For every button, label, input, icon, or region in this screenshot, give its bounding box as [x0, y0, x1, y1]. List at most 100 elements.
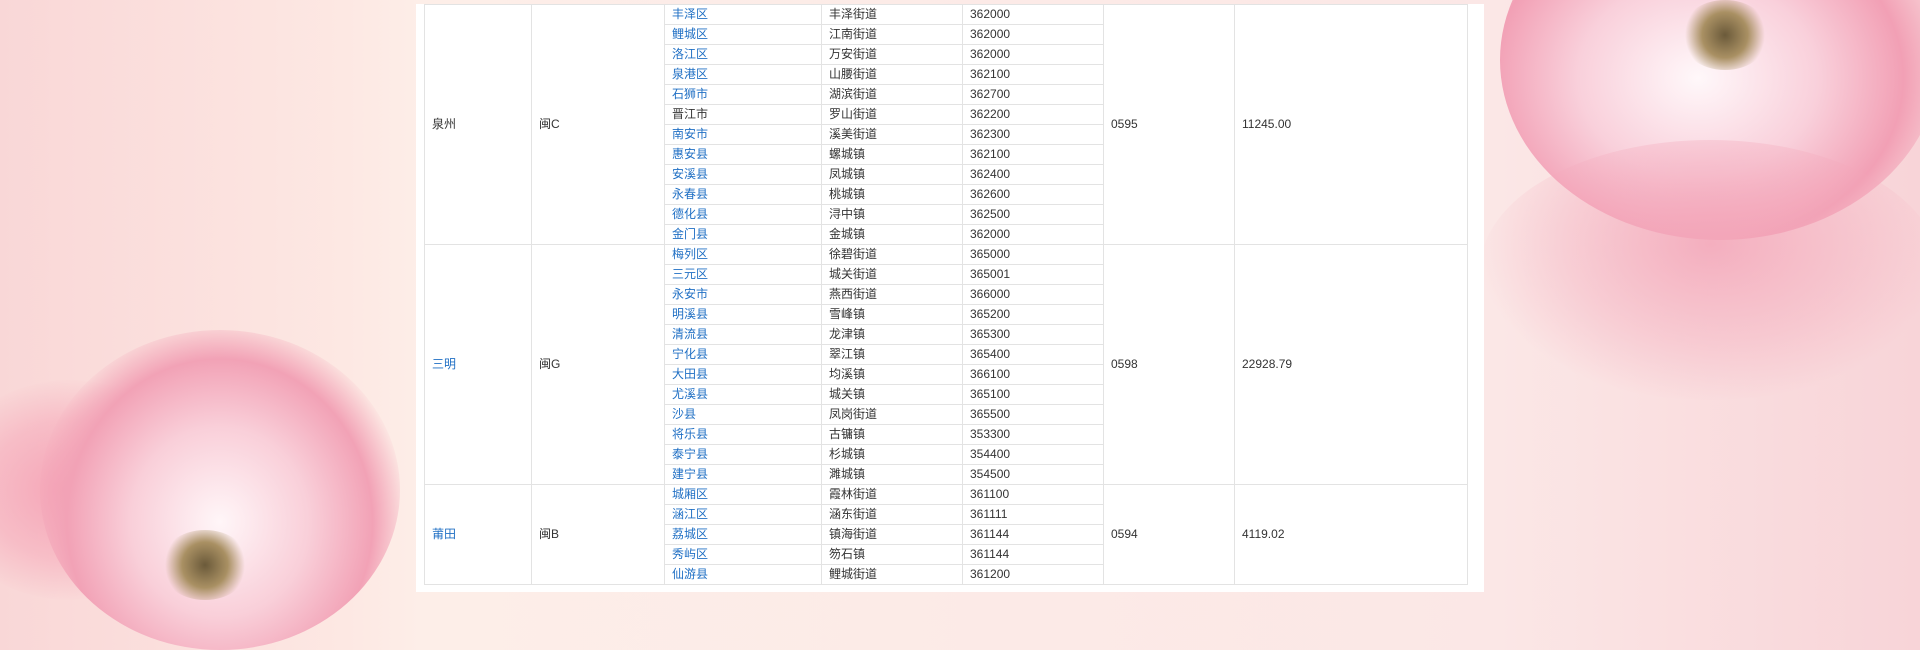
district-cell: 惠安县 [664, 144, 822, 165]
postcode-cell: 362200 [962, 104, 1104, 125]
area-code-cell: 0594 [1103, 484, 1235, 585]
city-cell: 泉州 [424, 4, 532, 245]
district-link[interactable]: 永安市 [672, 287, 708, 301]
seat-street-cell: 罗山街道 [821, 104, 963, 125]
district-link[interactable]: 南安市 [672, 127, 708, 141]
seat-street-cell: 徐碧街道 [821, 244, 963, 265]
seat-street-cell: 湖滨街道 [821, 84, 963, 105]
district-cell: 晋江市 [664, 104, 822, 125]
district-cell: 安溪县 [664, 164, 822, 185]
postcode-cell: 353300 [962, 424, 1104, 445]
area-code-cell-text: 0598 [1111, 357, 1138, 371]
background-flower [1480, 140, 1920, 400]
district-link[interactable]: 德化县 [672, 207, 708, 221]
flower-stamen-decoration [1680, 0, 1770, 70]
district-link[interactable]: 永春县 [672, 187, 708, 201]
table-row: 泉州 闽C 丰泽区 丰泽街道 362000 0595 11245.00 [424, 4, 1468, 245]
flower-stamen-decoration [160, 530, 250, 600]
seat-street-cell: 城关街道 [821, 264, 963, 285]
seat-street-cell: 古镛镇 [821, 424, 963, 445]
area-cell-text: 22928.79 [1242, 357, 1293, 371]
plate-cell: 闽G [531, 244, 665, 485]
postcode-cell: 366100 [962, 364, 1104, 385]
district-link[interactable]: 鲤城区 [672, 27, 708, 41]
district-link[interactable]: 沙县 [672, 407, 696, 421]
district-cell: 沙县 [664, 404, 822, 425]
district-link[interactable]: 明溪县 [672, 307, 708, 321]
area-cell-text: 11245.00 [1242, 117, 1292, 131]
postcode-cell: 365400 [962, 344, 1104, 365]
seat-street-cell: 城关镇 [821, 384, 963, 405]
district-link[interactable]: 泉港区 [672, 67, 708, 81]
district-link[interactable]: 洛江区 [672, 47, 708, 61]
city-cell: 三明 [424, 244, 532, 485]
district-link[interactable]: 大田县 [672, 367, 708, 381]
postcode-cell: 362000 [962, 4, 1104, 25]
district-cell: 尤溪县 [664, 384, 822, 405]
postcode-cell: 362400 [962, 164, 1104, 185]
plate-cell-text: 闽G [539, 357, 561, 371]
seat-street-cell: 均溪镇 [821, 364, 963, 385]
district-link[interactable]: 惠安县 [672, 147, 708, 161]
postcode-cell: 365200 [962, 304, 1104, 325]
city-cell-text[interactable]: 三明 [432, 357, 456, 371]
postcode-cell: 365000 [962, 244, 1104, 265]
district-cell: 石狮市 [664, 84, 822, 105]
district-link[interactable]: 涵江区 [672, 507, 708, 521]
plate-cell-text: 闽C [539, 117, 560, 131]
district-cell: 永安市 [664, 284, 822, 305]
area-cell: 22928.79 [1234, 244, 1468, 485]
postcode-cell: 362300 [962, 124, 1104, 145]
table-row: 三明 闽G 梅列区 徐碧街道 365000 0598 22928.79 [424, 244, 1468, 485]
district-link[interactable]: 荔城区 [672, 527, 708, 541]
district-cell: 永春县 [664, 184, 822, 205]
district-cell: 金门县 [664, 224, 822, 245]
postcode-cell: 354400 [962, 444, 1104, 465]
seat-street-cell: 霞林街道 [821, 484, 963, 505]
city-cell-text: 泉州 [432, 117, 457, 131]
district-cell: 荔城区 [664, 524, 822, 545]
district-link[interactable]: 石狮市 [672, 87, 708, 101]
seat-street-cell: 翠江镇 [821, 344, 963, 365]
district-link[interactable]: 梅列区 [672, 247, 708, 261]
district-cell: 三元区 [664, 264, 822, 285]
postcode-cell: 362100 [962, 64, 1104, 85]
postcode-cell: 366000 [962, 284, 1104, 305]
postcode-cell: 361144 [962, 524, 1104, 545]
district-link[interactable]: 清流县 [672, 327, 708, 341]
district-link[interactable]: 三元区 [672, 267, 708, 281]
area-code-cell: 0598 [1103, 244, 1235, 485]
postcode-cell: 361144 [962, 544, 1104, 565]
postcode-cell: 361111 [962, 504, 1104, 525]
district-link[interactable]: 泰宁县 [672, 447, 708, 461]
seat-street-cell: 山腰街道 [821, 64, 963, 85]
district-link[interactable]: 尤溪县 [672, 387, 708, 401]
district-link[interactable]: 城厢区 [672, 487, 708, 501]
postcode-cell: 362600 [962, 184, 1104, 205]
district-link: 晋江市 [672, 107, 709, 121]
postcode-cell: 362000 [962, 44, 1104, 65]
district-cell: 秀屿区 [664, 544, 822, 565]
city-cell-text[interactable]: 莆田 [432, 527, 456, 541]
seat-street-cell: 镇海街道 [821, 524, 963, 545]
district-link[interactable]: 安溪县 [672, 167, 708, 181]
district-cell: 将乐县 [664, 424, 822, 445]
seat-street-cell: 燕西街道 [821, 284, 963, 305]
seat-street-cell: 桃城镇 [821, 184, 963, 205]
district-link[interactable]: 金门县 [672, 227, 708, 241]
district-link[interactable]: 仙游县 [672, 567, 708, 581]
district-link[interactable]: 宁化县 [672, 347, 708, 361]
district-link[interactable]: 秀屿区 [672, 547, 708, 561]
district-link[interactable]: 将乐县 [672, 427, 708, 441]
seat-street-cell: 涵东街道 [821, 504, 963, 525]
district-cell: 城厢区 [664, 484, 822, 505]
district-cell: 南安市 [664, 124, 822, 145]
area-cell-text: 4119.02 [1242, 527, 1285, 541]
seat-street-cell: 浔中镇 [821, 204, 963, 225]
district-link[interactable]: 丰泽区 [672, 7, 708, 21]
plate-cell: 闽C [531, 4, 665, 245]
postcode-cell: 361200 [962, 564, 1104, 585]
seat-street-cell: 雪峰镇 [821, 304, 963, 325]
district-link[interactable]: 建宁县 [672, 467, 708, 481]
district-cell: 德化县 [664, 204, 822, 225]
